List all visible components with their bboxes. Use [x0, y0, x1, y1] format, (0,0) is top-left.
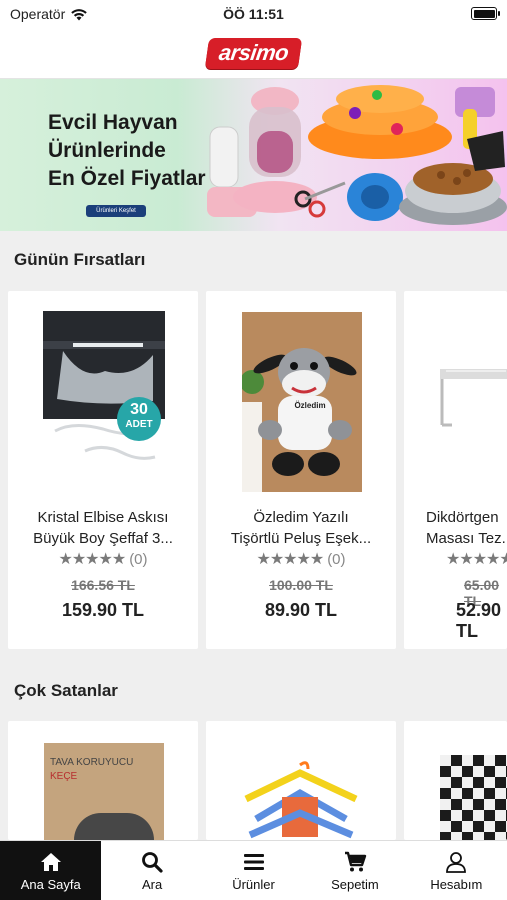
product-name-line-2: Tişörtlü Peluş Eşek... — [230, 530, 372, 547]
tab-label: Ara — [141, 876, 163, 892]
tab-search[interactable]: Ara — [101, 841, 202, 900]
product-name-line-2: Masası Tez... — [426, 530, 507, 547]
user-icon — [446, 851, 467, 873]
product-name-line-1: Özledim Yazılı — [253, 509, 349, 526]
home-icon — [40, 852, 61, 871]
tab-label: Ürünler — [232, 876, 275, 892]
app-header: arsimo — [0, 28, 507, 79]
product-image-laptop-stand — [440, 369, 507, 427]
star-rating-icon: ★★★★★ — [256, 551, 324, 568]
product-name-line-2: Büyük Boy Şeffaf 3... — [33, 530, 173, 547]
star-rating-icon: ★★★★★ — [446, 551, 507, 568]
new-price: 89.90 TL — [264, 600, 338, 620]
banner-line-2: Ürünlerinde — [48, 139, 166, 162]
product-image-kids-hangers — [244, 761, 358, 839]
status-bar: Operatör ÖÖ 11:51 — [0, 0, 507, 28]
tab-label: Ana Sayfa — [20, 876, 81, 892]
deals-section-title: Günün Fırsatları — [14, 250, 146, 269]
product-image-checkered — [440, 755, 507, 840]
product-name-line-1: Dikdörtgen — [426, 509, 499, 526]
banner-cta-button[interactable]: Ürünleri Keşfet — [86, 205, 146, 217]
tab-cart[interactable]: Sepetim — [304, 841, 405, 900]
felt-label-1: TAVA KORUYUCU — [50, 757, 134, 768]
arsimo-logo[interactable]: arsimo — [204, 37, 303, 69]
product-name-line-1: Kristal Elbise Askısı — [37, 509, 169, 526]
tab-account[interactable]: Hesabım — [406, 841, 507, 900]
product-name[interactable]: Dikdörtgen Masası Tez... — [404, 507, 507, 549]
product-rating: ★★★★★ — [404, 549, 507, 569]
quantity-badge: 30 ADET — [117, 401, 161, 445]
cart-icon — [344, 851, 367, 871]
deals-carousel[interactable]: 30 ADET Kristal Elbise Askısı Büyük Boy … — [8, 291, 507, 649]
banner-line-1: Evcil Hayvan — [48, 111, 178, 134]
product-image-felt-pad: TAVA KORUYUCU KEÇE — [44, 743, 164, 840]
felt-label-2: KEÇE — [50, 771, 78, 782]
old-price: 100.00 TL — [269, 577, 333, 593]
rating-count: (0) — [129, 550, 148, 568]
bestsellers-carousel[interactable]: TAVA KORUYUCU KEÇE — [8, 721, 507, 840]
new-price: 52.90 TL — [456, 600, 502, 641]
banner-headline: Evcil Hayvan Ürünlerinde En Özel Fiyatla… — [48, 109, 206, 193]
status-time: ÖÖ 11:51 — [223, 6, 284, 22]
badge-unit: ADET — [125, 419, 153, 430]
tab-label: Hesabım — [430, 876, 483, 892]
product-card[interactable] — [404, 721, 507, 840]
product-card[interactable]: Özledim Özledim Yazılı Tişörtlü Peluş Eş… — [206, 291, 396, 649]
menu-icon — [243, 853, 264, 870]
product-rating: ★★★★★ (0) — [8, 549, 198, 569]
promo-banner[interactable]: Evcil Hayvan Ürünlerinde En Özel Fiyatla… — [0, 79, 507, 231]
star-rating-icon: ★★★★★ — [58, 551, 126, 568]
search-icon — [142, 851, 163, 873]
product-card[interactable]: TAVA KORUYUCU KEÇE — [8, 721, 198, 840]
tab-products[interactable]: Ürünler — [203, 841, 304, 900]
bestsellers-section-title: Çok Satanlar — [14, 681, 118, 700]
product-name[interactable]: Özledim Yazılı Tişörtlü Peluş Eşek... — [206, 507, 396, 549]
new-price: 159.90 TL — [61, 600, 145, 620]
tab-home[interactable]: Ana Sayfa — [0, 841, 102, 900]
banner-line-3: En Özel Fiyatlar — [48, 167, 206, 190]
shirt-text: Özledim — [294, 401, 326, 410]
product-card[interactable] — [206, 721, 396, 840]
product-name[interactable]: Kristal Elbise Askısı Büyük Boy Şeffaf 3… — [8, 507, 198, 549]
product-card[interactable]: Dikdörtgen Masası Tez... ★★★★★ 65.00 TL … — [404, 291, 507, 649]
product-card[interactable]: 30 ADET Kristal Elbise Askısı Büyük Boy … — [8, 291, 198, 649]
battery-icon — [471, 7, 500, 20]
pet-products-image — [207, 85, 507, 225]
bottom-tab-bar: Ana Sayfa Ara Ürünler Sepetim Hesabım — [0, 840, 507, 900]
old-price: 166.56 TL — [71, 577, 135, 593]
product-rating: ★★★★★ (0) — [206, 549, 396, 569]
rating-count: (0) — [327, 550, 346, 568]
tab-label: Sepetim — [331, 876, 379, 892]
badge-number: 30 — [130, 401, 148, 418]
